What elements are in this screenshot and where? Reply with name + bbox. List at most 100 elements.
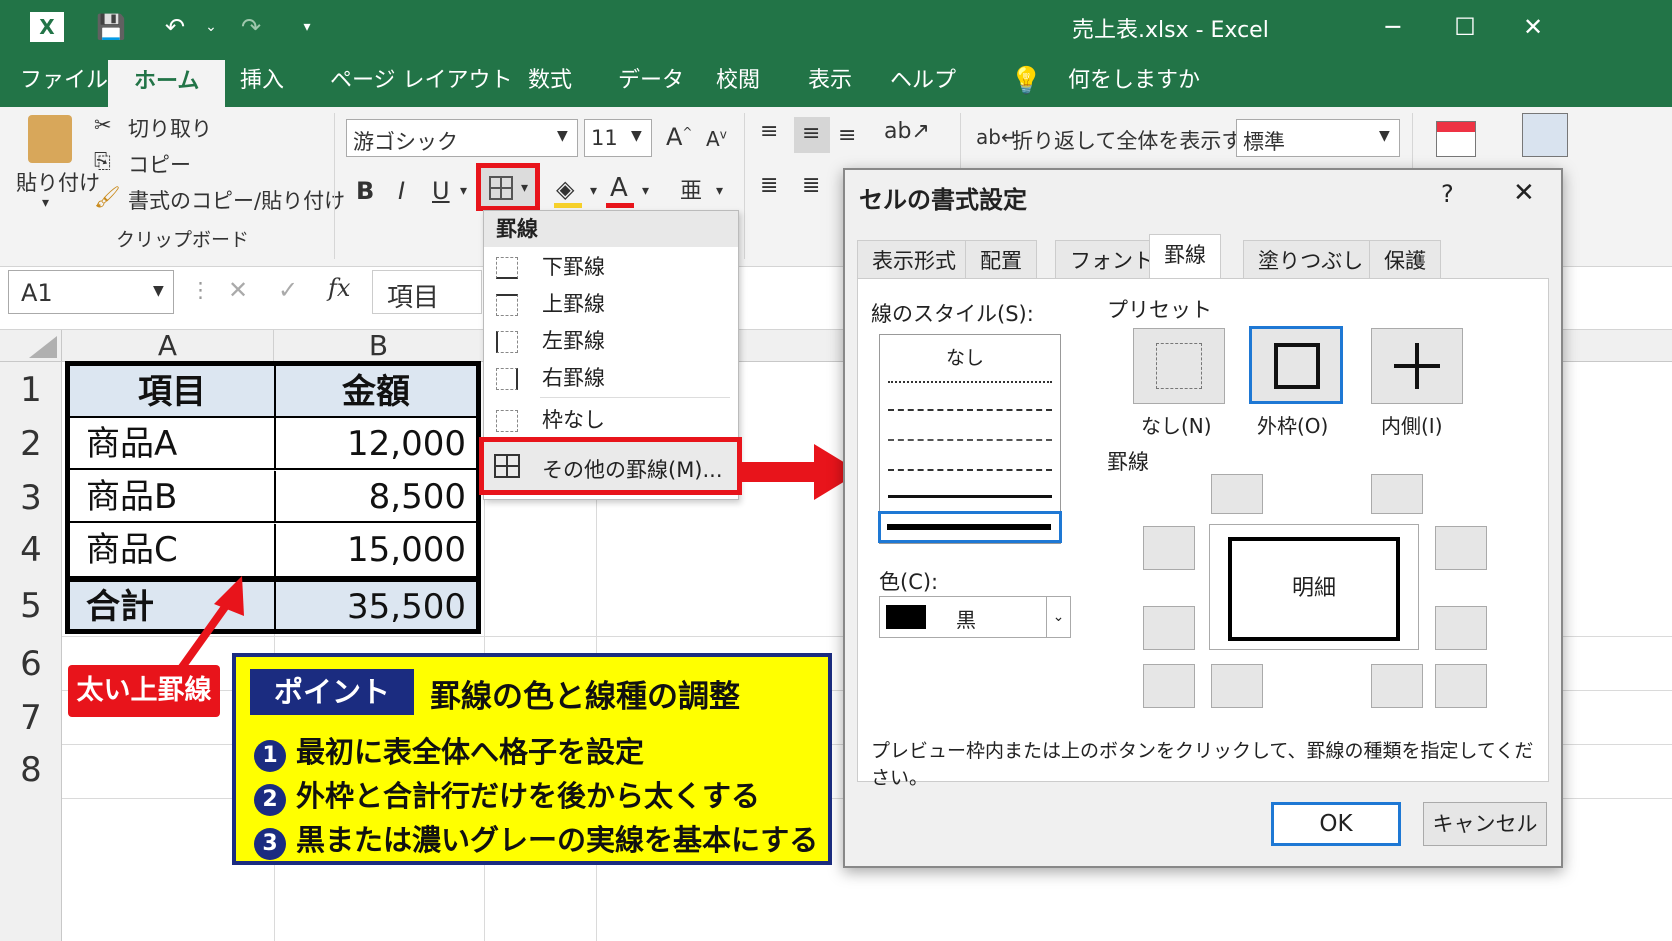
ok-button[interactable]: OK — [1271, 802, 1401, 846]
tab-view[interactable]: 表示 — [808, 64, 852, 98]
copy-button[interactable]: コピー — [128, 149, 191, 179]
borders-button[interactable]: ▾ — [476, 163, 540, 211]
tab-review[interactable]: 校閲 — [716, 64, 760, 98]
menu-item-bottom-border[interactable]: 下罫線 — [484, 249, 738, 285]
customize-toolbar-icon[interactable]: ▾ — [292, 12, 322, 42]
border-diagonal-up-button[interactable] — [1143, 664, 1195, 708]
table-cell-amount[interactable]: 8,500 — [276, 471, 476, 523]
menu-item-left-border[interactable]: 左罫線 — [484, 323, 738, 359]
font-name-box[interactable]: 游ゴシック ▼ — [346, 119, 578, 157]
fill-dropdown-icon[interactable]: ▾ — [590, 183, 597, 199]
row-header-8[interactable]: 8 — [0, 750, 62, 790]
tab-page-layout[interactable]: ページ レイアウト — [330, 64, 513, 98]
row-header-5[interactable]: 5 — [0, 586, 62, 626]
tab-border[interactable]: 罫線 — [1149, 234, 1221, 280]
font-color-dropdown-icon[interactable]: ▾ — [642, 183, 649, 199]
align-middle-button[interactable]: ≡ — [794, 117, 830, 153]
table-header-amount[interactable]: 金額 — [276, 366, 476, 418]
tab-data[interactable]: データ — [618, 64, 684, 98]
undo-icon[interactable]: ↶ — [160, 12, 190, 42]
align-bottom-icon[interactable]: ≡ — [838, 123, 856, 148]
maximize-icon[interactable]: ☐ — [1450, 12, 1480, 42]
redo-icon[interactable]: ↷ — [236, 12, 266, 42]
row-header-2[interactable]: 2 — [0, 424, 62, 464]
insert-function-icon[interactable]: fx — [328, 274, 350, 302]
undo-dropdown-icon[interactable]: ⌄ — [196, 12, 226, 42]
paste-icon[interactable] — [28, 115, 72, 163]
column-header-a[interactable]: A — [62, 330, 274, 362]
row-header-7[interactable]: 7 — [0, 698, 62, 738]
bold-button[interactable]: B — [356, 177, 374, 205]
color-dropdown[interactable]: 黒 ⌄ — [879, 596, 1071, 638]
border-bottom-button[interactable] — [1143, 606, 1195, 650]
border-side-button[interactable] — [1435, 606, 1487, 650]
border-inside-vertical-button[interactable] — [1143, 526, 1195, 570]
wrap-text-button[interactable]: 折り返して全体を表示する — [1012, 125, 1263, 155]
menu-item-right-border[interactable]: 右罫線 — [484, 360, 738, 396]
tab-protection[interactable]: 保護 — [1369, 240, 1441, 280]
border-left-button[interactable] — [1211, 664, 1263, 708]
underline-button[interactable]: U — [432, 177, 450, 205]
table-format-icon[interactable] — [1522, 113, 1568, 157]
confirm-entry-icon[interactable]: ✓ — [278, 276, 298, 304]
paste-dropdown-icon[interactable]: ▾ — [42, 195, 49, 211]
save-icon[interactable]: 💾 — [96, 12, 126, 42]
table-cell-amount[interactable]: 12,000 — [276, 418, 476, 470]
line-style-dash-dot[interactable] — [888, 439, 1052, 441]
line-style-list[interactable]: なし — [878, 334, 1062, 544]
tab-home[interactable]: ホーム — [108, 60, 226, 107]
menu-item-no-border[interactable]: 枠なし — [484, 402, 738, 438]
row-header-4[interactable]: 4 — [0, 530, 62, 570]
table-total-value[interactable]: 35,500 — [276, 576, 476, 629]
border-center-button[interactable] — [1435, 526, 1487, 570]
border-preview[interactable]: 明細 — [1209, 524, 1419, 650]
line-style-none[interactable]: なし — [946, 343, 984, 370]
tab-formulas[interactable]: 数式 — [528, 64, 572, 98]
cancel-button[interactable]: キャンセル — [1423, 802, 1547, 846]
table-cell-item[interactable]: 商品C — [70, 524, 276, 576]
line-style-dash[interactable] — [888, 469, 1052, 471]
table-cell-item[interactable]: 商品B — [70, 471, 276, 523]
border-right-button[interactable] — [1371, 664, 1423, 708]
menu-item-top-border[interactable]: 上罫線 — [484, 286, 738, 322]
align-center-icon[interactable]: ≣ — [802, 173, 820, 198]
table-cell-amount[interactable]: 15,000 — [276, 524, 476, 576]
line-style-medium[interactable] — [888, 495, 1052, 498]
select-all-button[interactable] — [0, 330, 62, 362]
align-left-icon[interactable]: ≣ — [760, 173, 778, 198]
tab-help[interactable]: ヘルプ — [890, 64, 956, 98]
phonetic-dropdown-icon[interactable]: ▾ — [716, 183, 723, 199]
formula-input[interactable]: 項目 — [372, 270, 482, 314]
decrease-font-icon[interactable]: Av — [706, 127, 727, 151]
close-window-icon[interactable]: ✕ — [1518, 12, 1548, 42]
table-header-item[interactable]: 項目 — [70, 366, 276, 418]
border-inside-horizontal-button[interactable] — [1371, 474, 1423, 514]
increase-font-icon[interactable]: A^ — [666, 123, 692, 151]
underline-dropdown-icon[interactable]: ▾ — [460, 183, 467, 199]
italic-button[interactable]: I — [398, 177, 405, 205]
table-cell-item[interactable]: 商品A — [70, 418, 276, 470]
border-top-button[interactable] — [1211, 474, 1263, 514]
format-painter-button[interactable]: 書式のコピー/貼り付け — [128, 185, 345, 215]
font-color-icon[interactable]: A — [610, 173, 628, 203]
tab-fill[interactable]: 塗りつぶし — [1243, 240, 1379, 280]
tab-alignment[interactable]: 配置 — [965, 240, 1037, 280]
preset-inside-button[interactable] — [1371, 328, 1463, 404]
number-format-box[interactable]: 標準 ▼ — [1236, 119, 1400, 157]
tell-me-input[interactable]: 何をしますか — [1068, 64, 1200, 98]
tab-insert[interactable]: 挿入 — [240, 64, 284, 98]
align-top-icon[interactable]: ≡ — [760, 119, 778, 144]
preset-outline-button[interactable] — [1249, 326, 1343, 404]
line-style-thick-selected[interactable] — [878, 511, 1062, 543]
preset-none-button[interactable] — [1133, 328, 1225, 404]
name-box[interactable]: A1 ▼ — [8, 270, 174, 314]
more-borders-menu-item[interactable]: その他の罫線(M)... — [479, 437, 742, 495]
font-size-box[interactable]: 11 ▼ — [584, 119, 652, 157]
cut-button[interactable]: 切り取り — [128, 113, 212, 143]
conditional-format-icon[interactable] — [1436, 121, 1476, 157]
line-style-dotted[interactable] — [888, 381, 1052, 383]
tab-file[interactable]: ファイル — [20, 64, 108, 98]
minimize-icon[interactable]: ─ — [1378, 12, 1408, 42]
dialog-help-button[interactable]: ? — [1441, 180, 1454, 208]
orientation-icon[interactable]: ab↗ — [884, 119, 930, 144]
